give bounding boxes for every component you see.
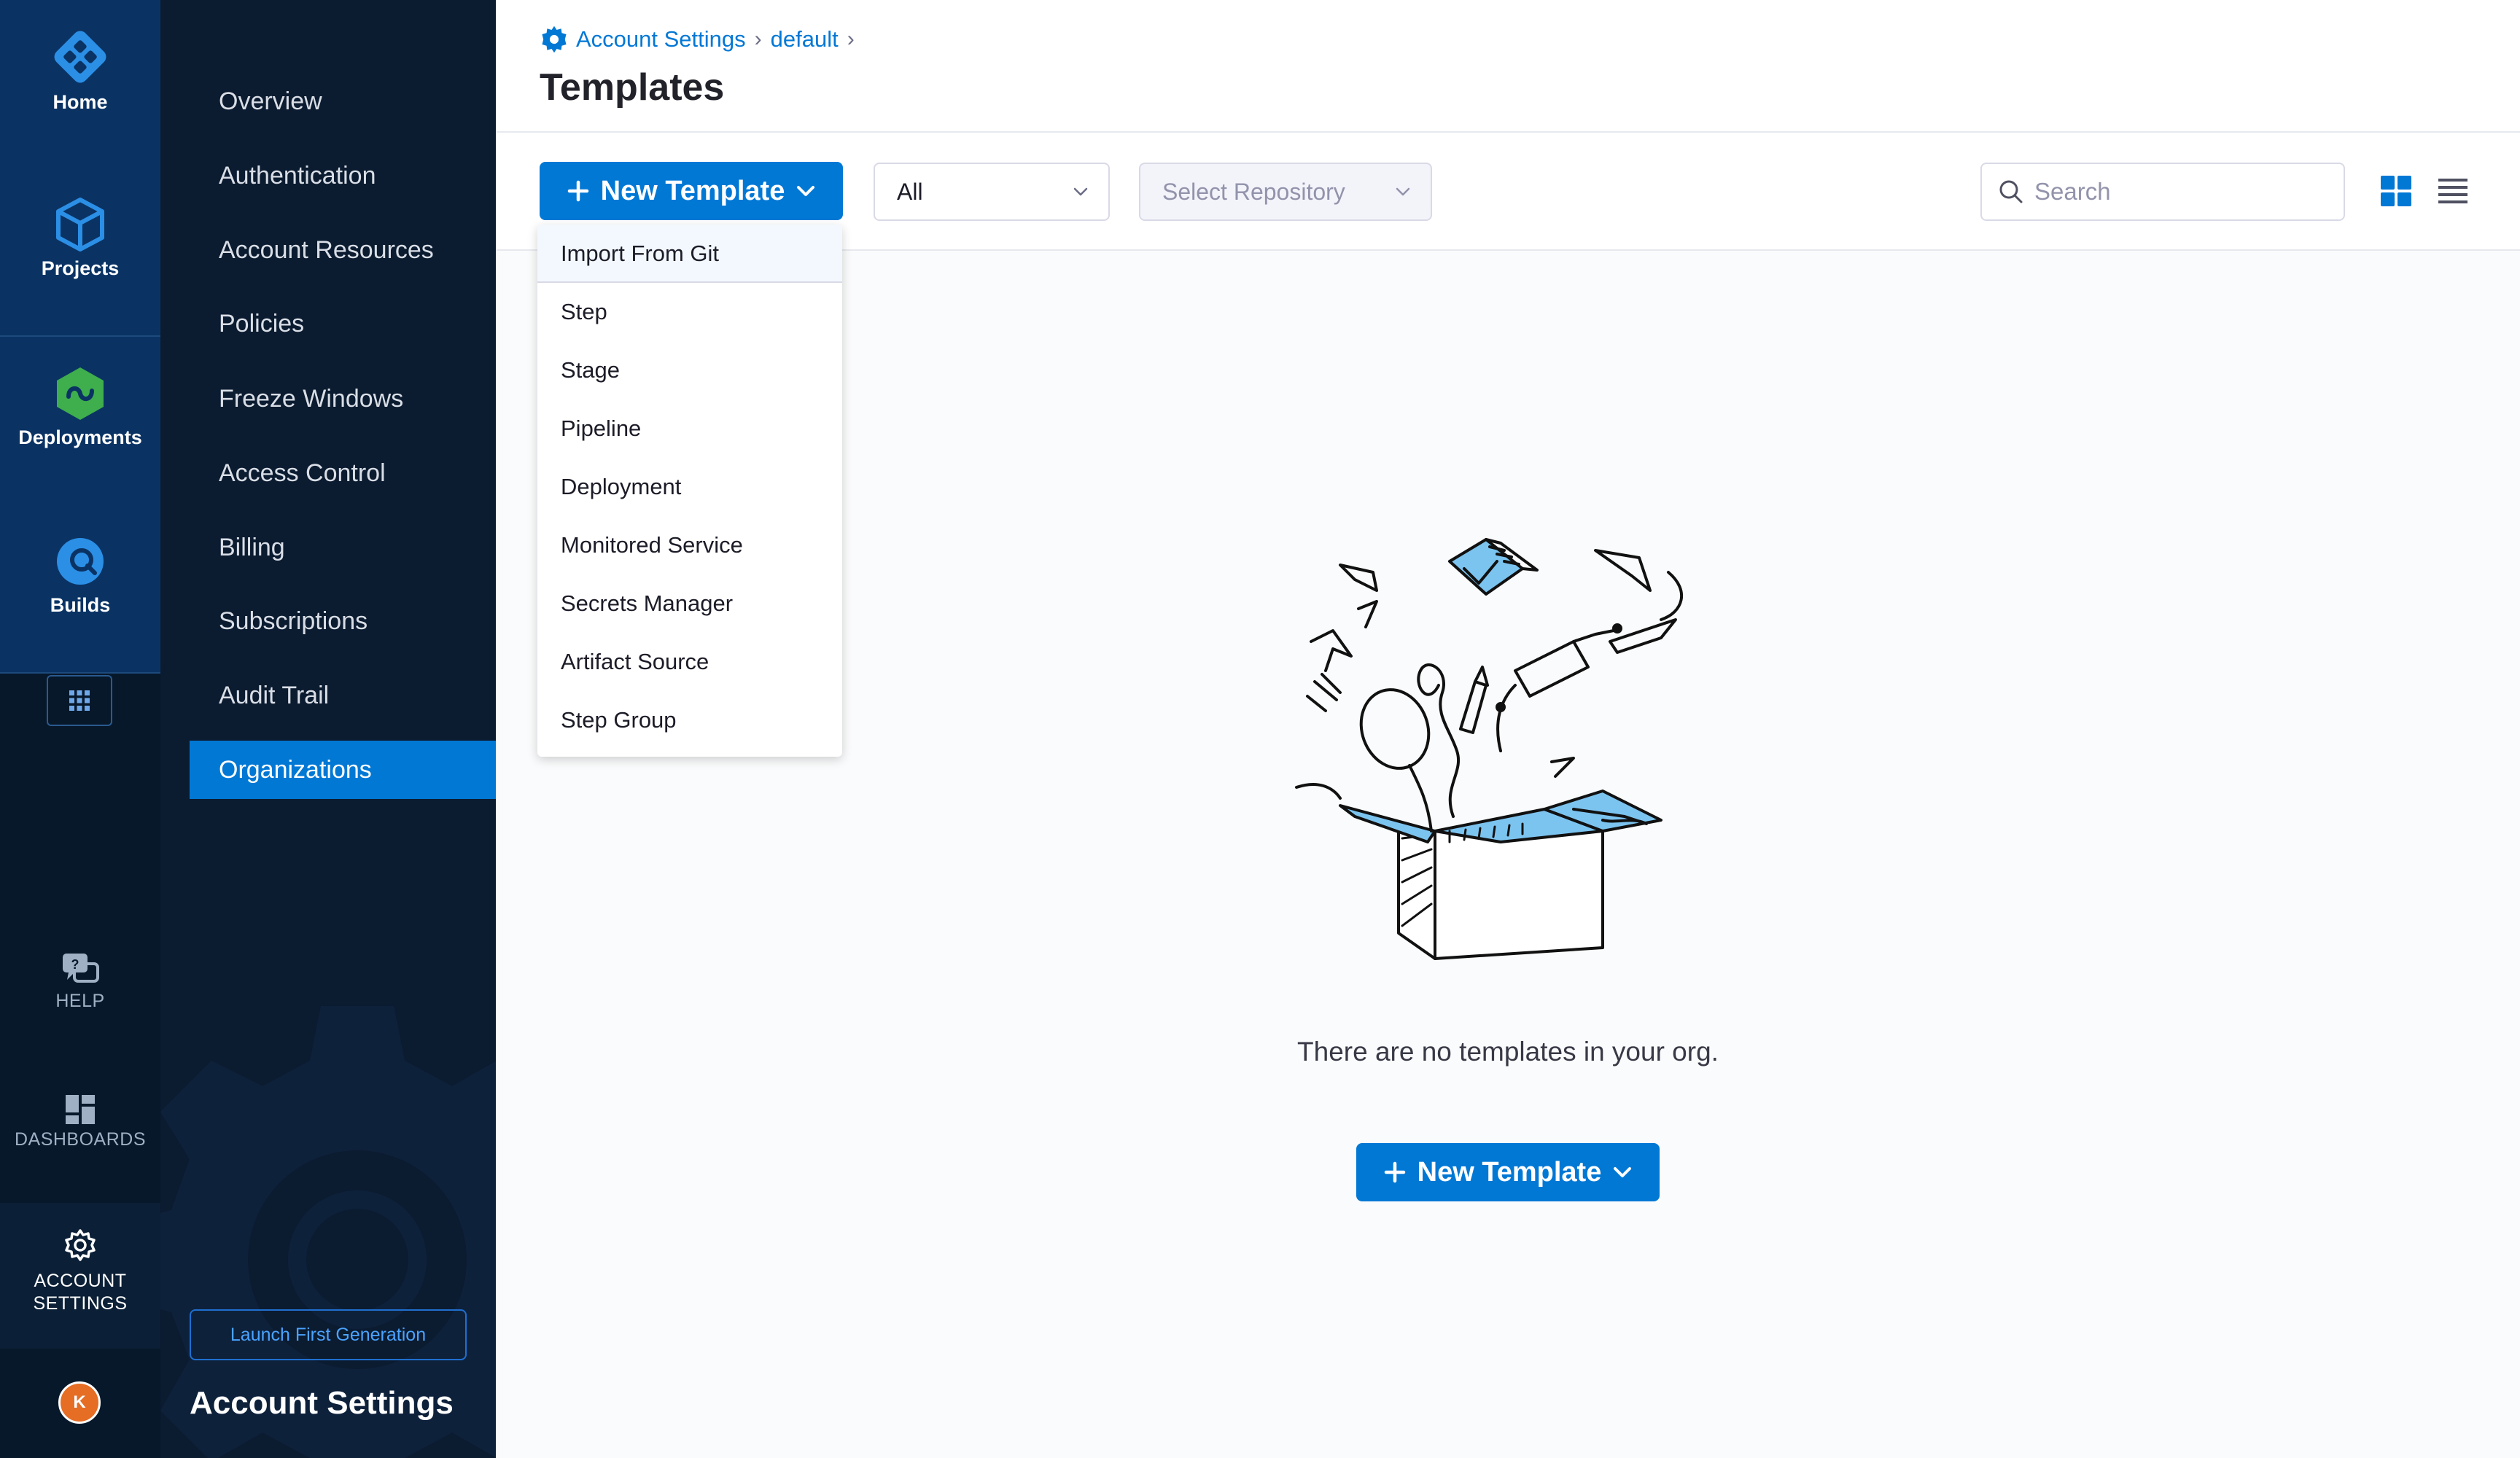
rail-deployments-label: Deployments (18, 426, 142, 448)
menu-item-import-from-git[interactable]: Import From Git (537, 225, 842, 283)
nav-item-account-resources[interactable]: Account Resources (190, 221, 496, 279)
rail-builds-label: Builds (50, 594, 111, 616)
user-avatar[interactable]: K (58, 1381, 101, 1424)
gear-icon (65, 1229, 96, 1261)
breadcrumb-default[interactable]: default (771, 26, 839, 52)
plus-icon (567, 180, 588, 202)
rail-dashboards-label: DASHBOARDS (14, 1129, 147, 1150)
search-input[interactable]: Search (1980, 163, 2345, 221)
empty-state-new-template-button[interactable]: New Template (1356, 1143, 1660, 1201)
rail-deployments[interactable]: Deployments (0, 364, 160, 449)
template-type-value: All (897, 178, 923, 205)
breadcrumb-chevron-icon: › (847, 27, 855, 51)
new-template-menu: Import From Git Step Stage Pipeline Depl… (537, 225, 842, 757)
menu-item-pipeline[interactable]: Pipeline (537, 399, 842, 458)
rail-builds[interactable]: Builds (0, 532, 160, 617)
search-icon (1999, 180, 2023, 203)
empty-state-new-template-label: New Template (1417, 1156, 1602, 1188)
rail-home[interactable]: Home (0, 26, 160, 114)
grid-view-icon[interactable] (2380, 175, 2412, 207)
launch-first-generation-button[interactable]: Launch First Generation (190, 1309, 467, 1360)
list-view-icon[interactable] (2437, 176, 2469, 206)
empty-state-message: There are no templates in your org. (1297, 1037, 1719, 1067)
nav-item-freeze-windows[interactable]: Freeze Windows (190, 370, 496, 428)
empty-templates-illustration (1295, 538, 1683, 960)
repository-select[interactable]: Select Repository (1139, 163, 1432, 221)
rail-projects-label: Projects (41, 257, 120, 279)
account-settings-nav: Overview Authentication Account Resource… (160, 0, 496, 1458)
rail-account-settings[interactable]: ACCOUNT SETTINGS (0, 1228, 160, 1315)
menu-item-step[interactable]: Step (537, 283, 842, 341)
new-template-label: New Template (600, 175, 785, 206)
rail-home-label: Home (52, 91, 108, 113)
plus-icon (1384, 1161, 1405, 1183)
nav-item-authentication[interactable]: Authentication (190, 147, 496, 205)
svg-text:?: ? (71, 957, 79, 972)
account-settings-title: Account Settings (190, 1385, 454, 1421)
settings-gear-icon (542, 26, 567, 53)
help-icon: ? (63, 954, 99, 983)
module-rail: Home Projects Deployments Builds ? HELP … (0, 0, 160, 1458)
template-type-select[interactable]: All (874, 163, 1110, 221)
menu-item-secrets-manager[interactable]: Secrets Manager (537, 574, 842, 633)
nav-item-billing[interactable]: Billing (190, 518, 496, 577)
rail-projects[interactable]: Projects (0, 195, 160, 280)
main-content: Account Settings › default › Templates N… (496, 0, 2520, 1458)
breadcrumb-chevron-icon: › (754, 27, 762, 51)
nav-item-access-control[interactable]: Access Control (190, 444, 496, 502)
nav-item-overview[interactable]: Overview (190, 72, 496, 130)
nav-item-subscriptions[interactable]: Subscriptions (190, 592, 496, 650)
nav-item-policies[interactable]: Policies (190, 295, 496, 353)
builds-icon (57, 538, 104, 585)
breadcrumb-account-settings[interactable]: Account Settings (576, 26, 746, 52)
rail-help[interactable]: ? HELP (0, 952, 160, 1012)
deployments-icon (57, 367, 104, 420)
menu-item-monitored-service[interactable]: Monitored Service (537, 516, 842, 574)
home-icon (54, 31, 106, 83)
new-template-button[interactable]: New Template (540, 162, 843, 220)
repository-placeholder: Select Repository (1162, 178, 1345, 205)
cube-icon (56, 198, 104, 252)
menu-item-stage[interactable]: Stage (537, 341, 842, 399)
breadcrumb: Account Settings › default › (540, 25, 863, 54)
menu-item-deployment[interactable]: Deployment (537, 458, 842, 516)
menu-item-artifact-source[interactable]: Artifact Source (537, 633, 842, 691)
chevron-down-icon (1073, 187, 1088, 196)
nav-item-audit-trail[interactable]: Audit Trail (190, 666, 496, 725)
page-title: Templates (540, 66, 725, 109)
menu-item-step-group[interactable]: Step Group (537, 691, 842, 749)
more-modules-button[interactable] (47, 675, 112, 726)
dashboards-icon (66, 1095, 95, 1124)
grid-icon (69, 690, 90, 711)
search-placeholder: Search (2034, 178, 2111, 205)
rail-help-label: HELP (55, 991, 105, 1011)
nav-item-organizations[interactable]: Organizations (190, 741, 496, 799)
rail-account-settings-label: ACCOUNT SETTINGS (33, 1271, 128, 1314)
chevron-down-icon (1396, 187, 1410, 196)
rail-dashboards[interactable]: DASHBOARDS (0, 1094, 160, 1150)
chevron-down-icon (1614, 1167, 1632, 1177)
chevron-down-icon (797, 186, 815, 196)
page-header: Account Settings › default › Templates (496, 0, 2520, 133)
